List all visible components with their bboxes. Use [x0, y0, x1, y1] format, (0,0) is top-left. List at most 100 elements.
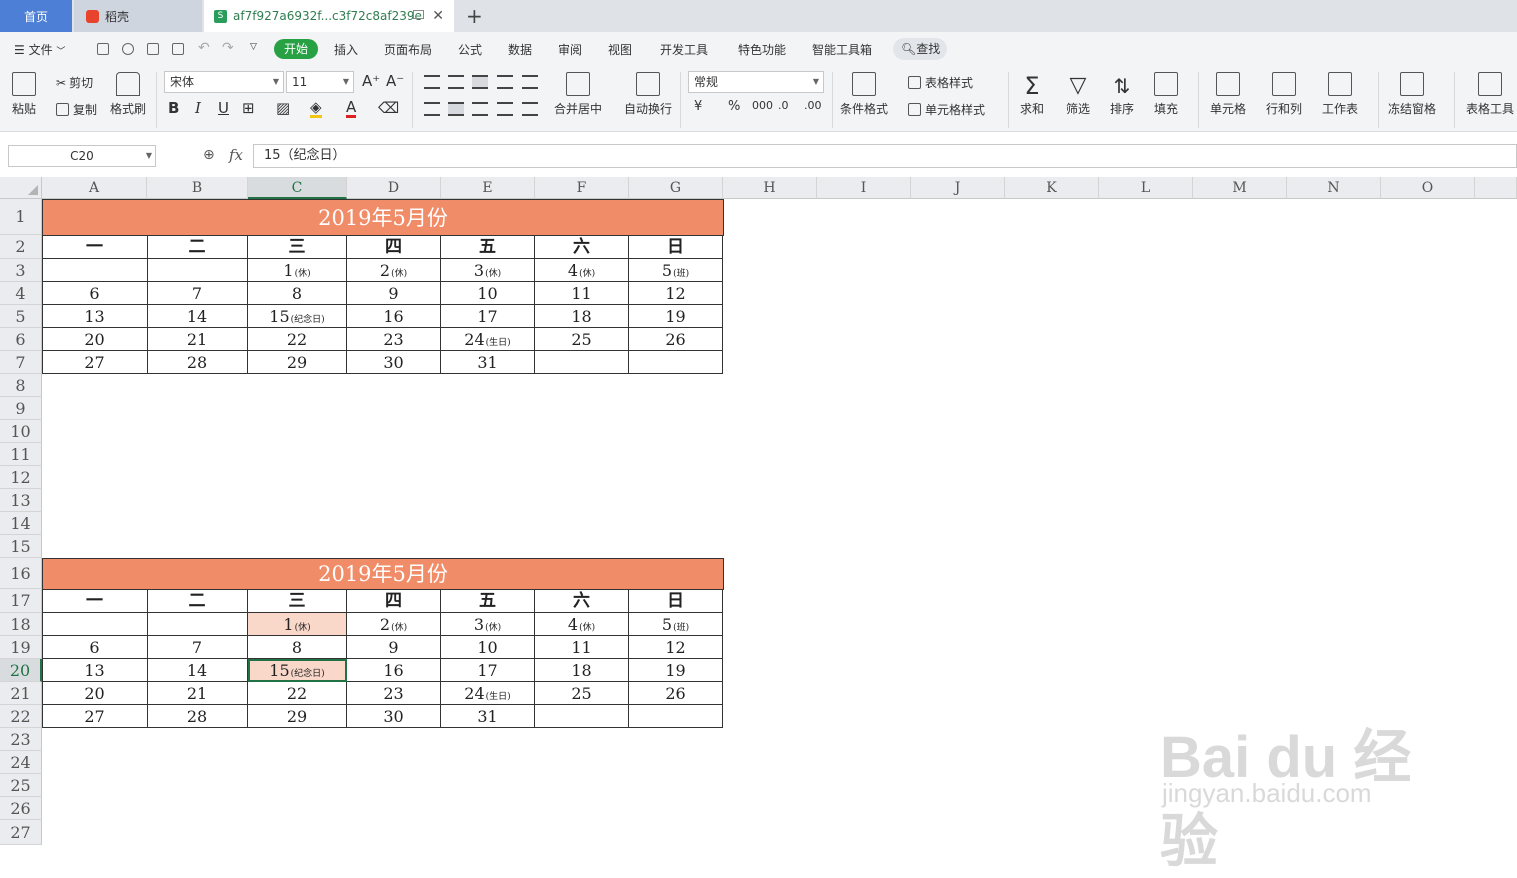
menu-tab-view[interactable]: 视图	[608, 41, 632, 58]
calendar-cell[interactable]: 28	[147, 351, 248, 374]
zoom-icon[interactable]: ⊕	[203, 147, 215, 163]
calendar-cell[interactable]: 2(休)	[347, 259, 441, 282]
row-header[interactable]: 25	[0, 774, 42, 797]
calendar-cell[interactable]: 17	[441, 305, 535, 328]
calendar-cell[interactable]: 16	[347, 659, 441, 682]
freeze-panes-button[interactable]: 冻结窗格	[1388, 72, 1436, 117]
row-header[interactable]: 14	[0, 512, 42, 535]
column-header[interactable]: A	[42, 177, 147, 199]
calendar-cell[interactable]: 16	[347, 305, 441, 328]
calendar-cell[interactable]: 4(休)	[535, 613, 629, 636]
calendar-cell[interactable]: 14	[147, 659, 248, 682]
distribute-icon[interactable]	[522, 102, 538, 116]
calendar-cell[interactable]	[535, 351, 629, 374]
select-all-corner[interactable]	[0, 177, 42, 199]
calendar-cell[interactable]: 24(生日)	[441, 328, 535, 351]
row-header[interactable]: 24	[0, 751, 42, 774]
column-header[interactable]: M	[1193, 177, 1287, 199]
calendar-cell[interactable]: 13	[42, 659, 148, 682]
formula-input[interactable]: 15（纪念日）	[253, 144, 1517, 168]
calendar-cell[interactable]: 11	[535, 282, 629, 305]
undo-icon[interactable]: ↶	[198, 40, 210, 56]
new-tab-plus-icon[interactable]: +	[466, 4, 483, 28]
row-header[interactable]: 21	[0, 682, 42, 705]
calendar-cell[interactable]: 10	[441, 282, 535, 305]
menu-tab-formulas[interactable]: 公式	[458, 41, 482, 58]
column-header[interactable]: N	[1287, 177, 1381, 199]
calendar-cell[interactable]: 四	[347, 235, 441, 259]
number-format-select[interactable]: 常规 ▼	[688, 71, 824, 93]
decrease-decimal-icon[interactable]: .00	[804, 99, 822, 112]
row-header[interactable]: 27	[0, 820, 42, 845]
table-tools-button[interactable]: 表格工具	[1466, 72, 1514, 117]
tab-home[interactable]: 首页	[0, 0, 72, 32]
row-header[interactable]: 15	[0, 535, 42, 558]
italic-icon[interactable]: I	[195, 99, 201, 117]
calendar-cell[interactable]	[629, 351, 723, 374]
calendar-cell[interactable]: 25	[535, 328, 629, 351]
tab-docer[interactable]: 稻壳	[74, 0, 202, 32]
font-color-icon[interactable]: A	[346, 99, 357, 118]
row-header[interactable]: 6	[0, 328, 42, 351]
calendar-cell[interactable]: 31	[441, 351, 535, 374]
menu-tab-data[interactable]: 数据	[508, 41, 532, 58]
calendar-cell[interactable]: 五	[441, 235, 535, 259]
calendar-cell[interactable]: 日	[629, 589, 723, 613]
row-header[interactable]: 3	[0, 259, 42, 282]
calendar-cell[interactable]: 5(班)	[629, 259, 723, 282]
calendar-cell[interactable]: 21	[147, 328, 248, 351]
file-menu[interactable]: ☰ 文件 ﹀	[14, 41, 65, 58]
calendar-cell[interactable]: 26	[629, 682, 723, 705]
column-header[interactable]: O	[1381, 177, 1475, 199]
calendar-cell[interactable]: 三	[248, 589, 347, 613]
column-header[interactable]: G	[629, 177, 723, 199]
row-header[interactable]: 2	[0, 235, 42, 259]
column-header[interactable]: K	[1005, 177, 1099, 199]
calendar-cell[interactable]: 五	[441, 589, 535, 613]
calendar-cell[interactable]: 日	[629, 235, 723, 259]
calendar-cell[interactable]: 1(休)	[248, 613, 347, 636]
wrap-text-button[interactable]: 自动换行	[624, 72, 672, 117]
menu-tab-insert[interactable]: 插入	[334, 41, 358, 58]
justify-icon[interactable]	[497, 102, 513, 116]
row-header[interactable]: 10	[0, 420, 42, 443]
paste-button[interactable]: 粘贴	[12, 72, 36, 117]
row-header[interactable]: 4	[0, 282, 42, 305]
column-header[interactable]: E	[441, 177, 535, 199]
calendar-cell[interactable]: 1(休)	[248, 259, 347, 282]
column-header[interactable]: F	[535, 177, 629, 199]
align-left-icon[interactable]	[424, 102, 440, 116]
window-icon[interactable]	[413, 10, 424, 19]
indent-decrease-icon[interactable]	[497, 75, 513, 89]
copy-button[interactable]: 复制	[56, 101, 97, 118]
calendar-cell[interactable]	[629, 705, 723, 728]
calendar-cell[interactable]: 9	[347, 636, 441, 659]
calendar-cell[interactable]: 27	[42, 705, 148, 728]
calendar-cell[interactable]: 20	[42, 328, 148, 351]
menu-tab-page-layout[interactable]: 页面布局	[384, 41, 432, 58]
calendar-cell[interactable]: 23	[347, 682, 441, 705]
calendar-cell[interactable]: 20	[42, 682, 148, 705]
customize-chevron-icon[interactable]: ▽	[250, 42, 257, 52]
menu-tab-developer[interactable]: 开发工具	[660, 41, 708, 58]
calendar-cell[interactable]: 一	[42, 235, 148, 259]
calendar-title[interactable]: 2019年5月份	[42, 558, 724, 590]
percent-icon[interactable]: %	[728, 99, 740, 114]
column-header[interactable]: D	[347, 177, 441, 199]
clear-format-icon[interactable]: ⌫	[378, 99, 399, 117]
row-header[interactable]: 7	[0, 351, 42, 374]
increase-font-icon[interactable]: A⁺	[362, 72, 380, 90]
calendar-cell[interactable]: 10	[441, 636, 535, 659]
row-header[interactable]: 1	[0, 199, 42, 235]
fx-icon[interactable]: fx	[229, 146, 243, 164]
calendar-cell[interactable]: 11	[535, 636, 629, 659]
fill-button[interactable]: 填充	[1154, 72, 1178, 117]
save-icon[interactable]	[97, 43, 109, 55]
menu-tab-features[interactable]: 特色功能	[738, 41, 786, 58]
cell-style-button[interactable]: 单元格样式	[908, 101, 985, 118]
cells-button[interactable]: 单元格	[1210, 72, 1246, 117]
calendar-cell[interactable]: 23	[347, 328, 441, 351]
calendar-cell[interactable]: 5(班)	[629, 613, 723, 636]
menu-tab-start[interactable]: 开始	[274, 39, 318, 59]
calendar-cell[interactable]: 29	[248, 705, 347, 728]
